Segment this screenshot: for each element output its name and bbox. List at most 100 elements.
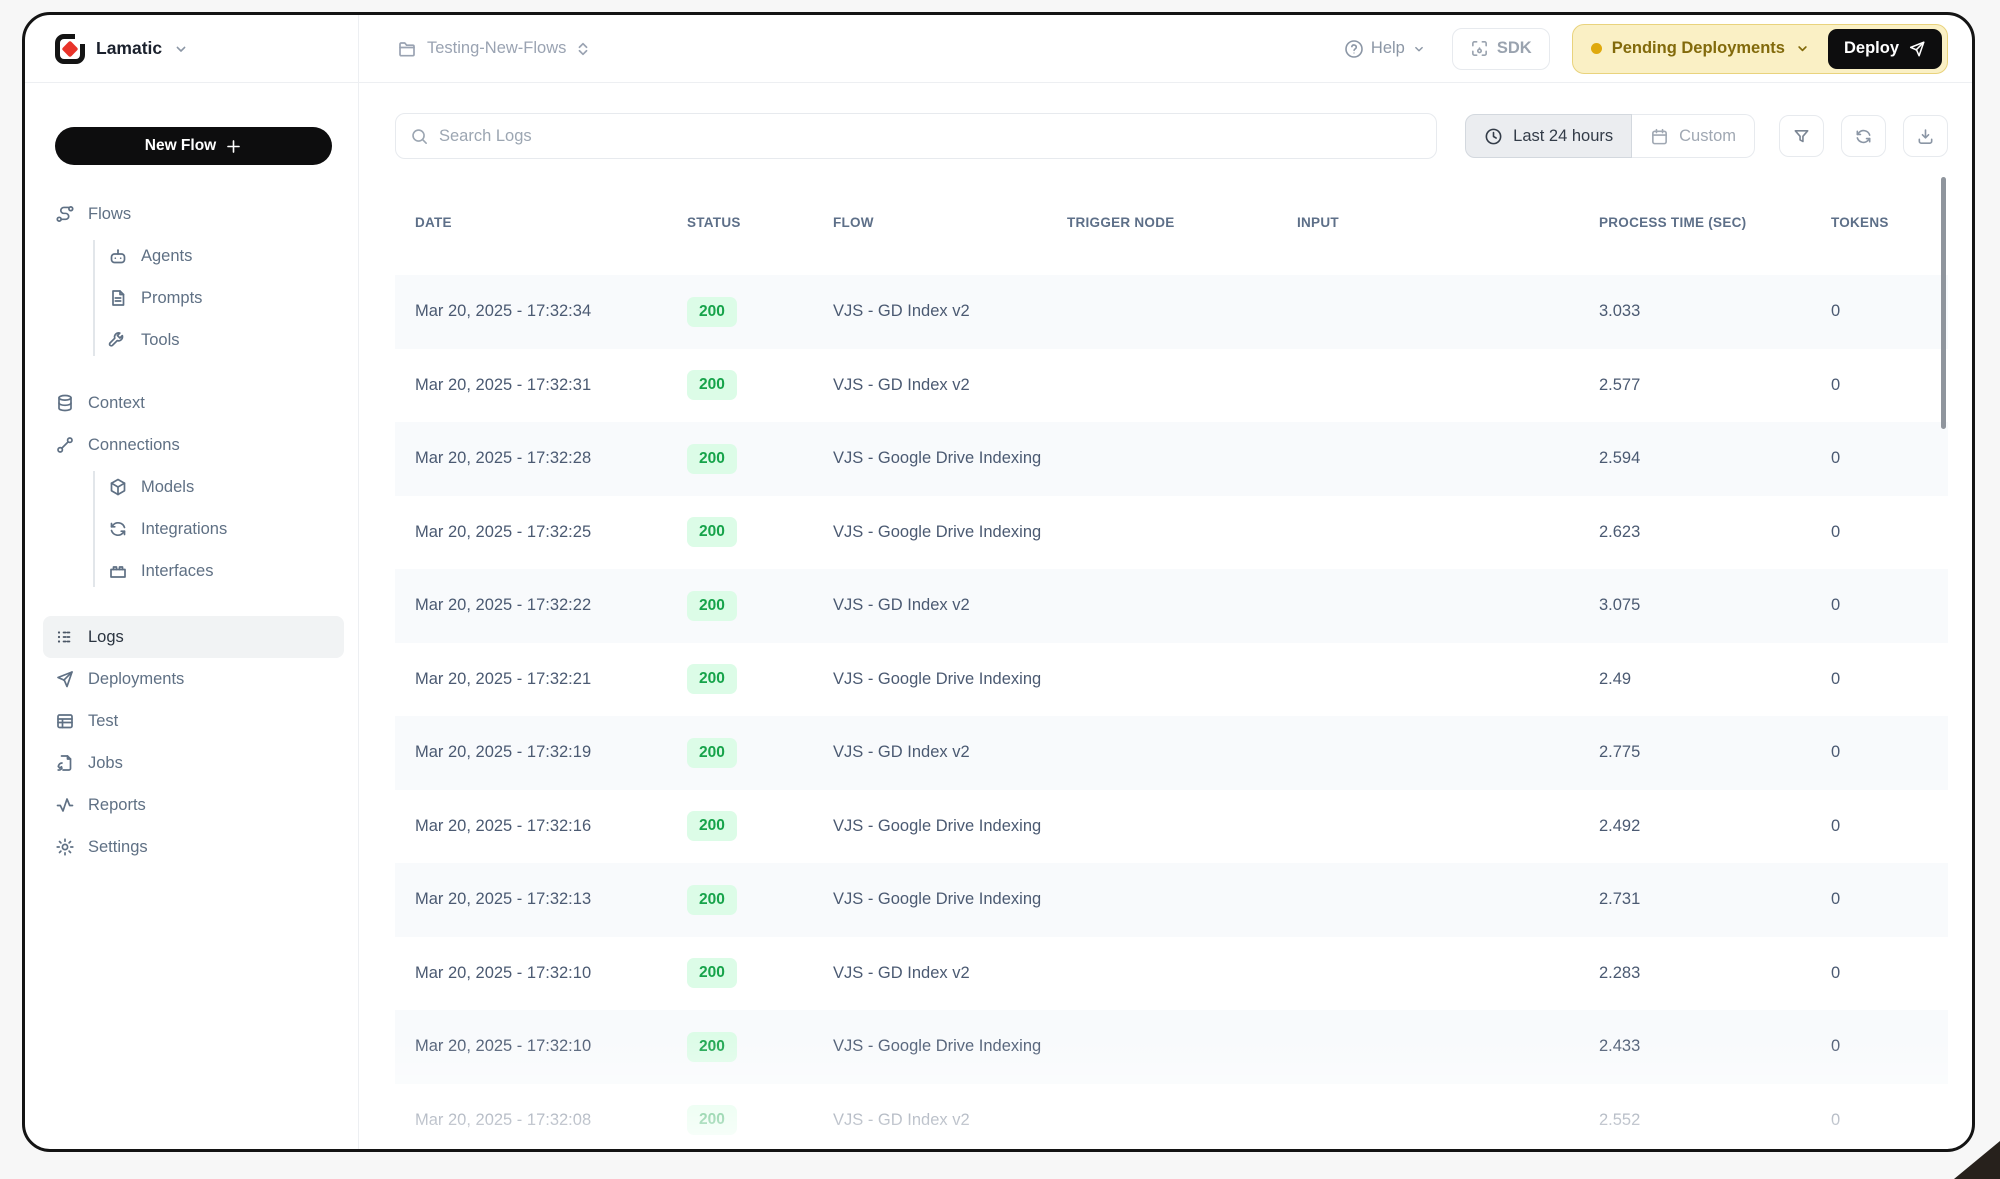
table-row[interactable]: Mar 20, 2025 - 17:32:28 200 VJS - Google… [395, 422, 1948, 496]
sidebar-item-connections[interactable]: Connections [43, 424, 344, 466]
log-process-time: 2.492 [1599, 816, 1831, 837]
code-scan-icon [1470, 39, 1489, 58]
sidebar-item-label: Logs [88, 628, 124, 647]
sdk-label: SDK [1497, 39, 1532, 58]
flows-icon [55, 204, 75, 224]
sidebar-item-label: Interfaces [141, 562, 213, 581]
sidebar-item-settings[interactable]: Settings [43, 826, 344, 868]
log-tokens: 0 [1831, 301, 1948, 322]
gear-icon [55, 837, 75, 857]
database-icon [55, 393, 75, 413]
sidebar-item-prompts[interactable]: Prompts [43, 277, 344, 319]
pending-deployments-pill[interactable]: Pending Deployments Deploy [1572, 24, 1948, 74]
log-date: Mar 20, 2025 - 17:32:08 [415, 1110, 687, 1131]
time-range-group: Last 24 hours Custom [1465, 114, 1755, 158]
log-process-time: 2.775 [1599, 742, 1831, 763]
refresh-button[interactable] [1841, 115, 1886, 157]
status-badge: 200 [687, 811, 737, 841]
log-date: Mar 20, 2025 - 17:32:34 [415, 301, 687, 322]
log-date: Mar 20, 2025 - 17:32:16 [415, 816, 687, 837]
log-flow: VJS - GD Index v2 [833, 375, 1067, 396]
top-bar: Lamatic Testing-New-Flows [25, 15, 1972, 83]
sidebar-item-interfaces[interactable]: Interfaces [43, 550, 344, 592]
log-tokens: 0 [1831, 963, 1948, 984]
table-row[interactable]: Mar 20, 2025 - 17:32:16 200 VJS - Google… [395, 790, 1948, 864]
sidebar-item-jobs[interactable]: Jobs [43, 742, 344, 784]
column-header-tokens: TOKENS [1831, 214, 1948, 231]
sidebar-item-test[interactable]: Test [43, 700, 344, 742]
status-badge: 200 [687, 958, 737, 988]
app-window: Lamatic Testing-New-Flows [22, 12, 1975, 1152]
help-label: Help [1371, 39, 1405, 58]
table-row[interactable]: Mar 20, 2025 - 17:32:22 200 VJS - GD Ind… [395, 569, 1948, 643]
column-header-trigger-node: TRIGGER NODE [1067, 214, 1297, 231]
log-flow: VJS - GD Index v2 [833, 595, 1067, 616]
new-flow-button[interactable]: New Flow [55, 127, 332, 165]
log-table-body: Mar 20, 2025 - 17:32:34 200 VJS - GD Ind… [395, 275, 1948, 1149]
sidebar-item-tools[interactable]: Tools [43, 319, 344, 361]
log-process-time: 3.075 [1599, 595, 1831, 616]
sidebar-item-logs[interactable]: Logs [43, 616, 344, 658]
sidebar-item-label: Settings [88, 838, 148, 857]
download-icon [1916, 127, 1935, 146]
table-icon [55, 711, 75, 731]
sidebar-item-label: Models [141, 478, 194, 497]
list-icon [55, 627, 75, 647]
chevron-down-icon [1412, 42, 1426, 56]
sidebar-item-agents[interactable]: Agents [43, 235, 344, 277]
table-row[interactable]: Mar 20, 2025 - 17:32:10 200 VJS - GD Ind… [395, 937, 1948, 1011]
sidebar-item-context[interactable]: Context [43, 382, 344, 424]
log-process-time: 2.49 [1599, 669, 1831, 690]
table-row[interactable]: Mar 20, 2025 - 17:32:21 200 VJS - Google… [395, 643, 1948, 717]
vertical-scrollbar[interactable] [1941, 177, 1946, 429]
search-input[interactable] [439, 127, 1422, 146]
table-row[interactable]: Mar 20, 2025 - 17:32:34 200 VJS - GD Ind… [395, 275, 1948, 349]
sidebar-item-flows[interactable]: Flows [43, 193, 344, 235]
log-flow: VJS - GD Index v2 [833, 301, 1067, 322]
chevron-down-icon [1795, 41, 1810, 56]
table-row[interactable]: Mar 20, 2025 - 17:32:25 200 VJS - Google… [395, 496, 1948, 570]
log-process-time: 2.283 [1599, 963, 1831, 984]
clock-icon [1484, 127, 1503, 146]
sidebar-item-label: Integrations [141, 520, 227, 539]
log-date: Mar 20, 2025 - 17:32:10 [415, 1036, 687, 1057]
range-custom-button[interactable]: Custom [1632, 114, 1755, 158]
table-row[interactable]: Mar 20, 2025 - 17:32:13 200 VJS - Google… [395, 863, 1948, 937]
sidebar-item-label: Prompts [141, 289, 202, 308]
paper-plane-icon [55, 669, 75, 689]
sdk-button[interactable]: SDK [1452, 28, 1550, 70]
table-row[interactable]: Mar 20, 2025 - 17:32:19 200 VJS - GD Ind… [395, 716, 1948, 790]
log-date: Mar 20, 2025 - 17:32:19 [415, 742, 687, 763]
help-menu[interactable]: Help [1344, 39, 1426, 59]
sidebar-item-reports[interactable]: Reports [43, 784, 344, 826]
deploy-button[interactable]: Deploy [1828, 29, 1942, 69]
filter-button[interactable] [1779, 115, 1824, 157]
logs-page: Last 24 hours Custom [359, 83, 1972, 1149]
log-tokens: 0 [1831, 1110, 1948, 1131]
sync-icon [108, 519, 128, 539]
log-flow: VJS - GD Index v2 [833, 1110, 1067, 1131]
breadcrumb[interactable]: Testing-New-Flows [397, 39, 590, 59]
table-row[interactable]: Mar 20, 2025 - 17:32:31 200 VJS - GD Ind… [395, 349, 1948, 423]
logs-table: DATE STATUS FLOW TRIGGER NODE INPUT PROC… [395, 171, 1948, 1149]
table-row[interactable]: Mar 20, 2025 - 17:32:08 200 VJS - GD Ind… [395, 1084, 1948, 1150]
search-icon [410, 127, 429, 146]
sidebar-item-label: Jobs [88, 754, 123, 773]
table-row[interactable]: Mar 20, 2025 - 17:32:10 200 VJS - Google… [395, 1010, 1948, 1084]
log-tokens: 0 [1831, 669, 1948, 690]
column-header-status: STATUS [687, 214, 833, 231]
download-button[interactable] [1903, 115, 1948, 157]
log-flow: VJS - GD Index v2 [833, 963, 1067, 984]
log-flow: VJS - Google Drive Indexing [833, 1036, 1067, 1057]
log-flow: VJS - Google Drive Indexing [833, 816, 1067, 837]
sidebar-item-models[interactable]: Models [43, 466, 344, 508]
range-last-24-hours-button[interactable]: Last 24 hours [1465, 114, 1632, 158]
log-date: Mar 20, 2025 - 17:32:25 [415, 522, 687, 543]
log-flow: VJS - Google Drive Indexing [833, 522, 1067, 543]
sidebar-item-label: Deployments [88, 670, 184, 689]
status-badge: 200 [687, 517, 737, 547]
search-box[interactable] [395, 113, 1437, 159]
workspace-switcher[interactable]: Lamatic [25, 15, 359, 82]
sidebar-item-integrations[interactable]: Integrations [43, 508, 344, 550]
sidebar-item-deployments[interactable]: Deployments [43, 658, 344, 700]
